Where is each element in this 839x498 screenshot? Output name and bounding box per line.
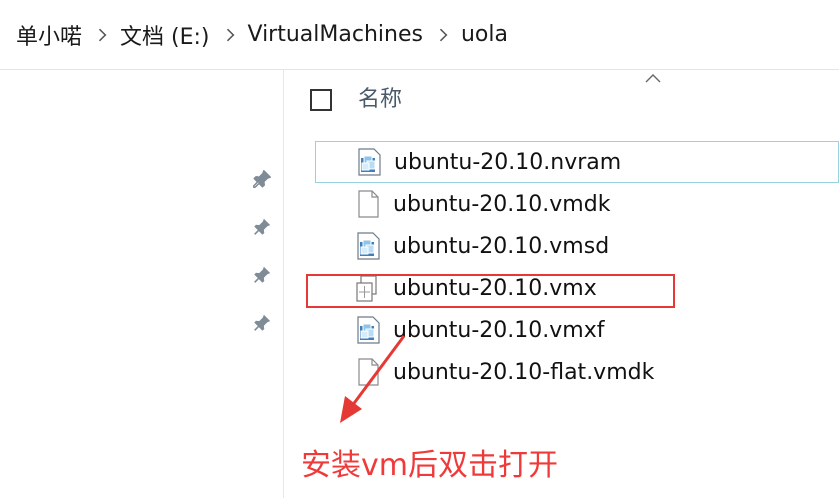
breadcrumb-item-drive[interactable]: 文档 (E:) xyxy=(118,19,211,51)
file-name: ubuntu-20.10.vmxf xyxy=(393,317,605,343)
file-row-vmxf[interactable]: ubuntu-20.10.vmxf xyxy=(315,309,839,351)
sort-ascending-icon[interactable] xyxy=(644,72,662,84)
file-name: ubuntu-20.10.vmdk xyxy=(393,191,611,217)
chevron-right-icon[interactable] xyxy=(221,28,234,41)
blank-file-icon xyxy=(358,190,379,218)
pin-icon[interactable] xyxy=(251,312,273,334)
file-name: ubuntu-20.10.vmsd xyxy=(393,233,610,259)
breadcrumb: 单小喏 文档 (E:) VirtualMachines uola xyxy=(0,0,839,70)
breadcrumb-item-user[interactable]: 单小喏 xyxy=(14,19,84,51)
vmware-file-icon xyxy=(358,148,381,176)
file-row-flat-vmdk[interactable]: ubuntu-20.10-flat.vmdk xyxy=(315,351,839,393)
name-column-header[interactable]: 名称 xyxy=(358,84,402,116)
breadcrumb-item-current[interactable]: uola xyxy=(459,22,510,47)
vmware-file-icon xyxy=(357,316,380,344)
pin-icon[interactable] xyxy=(251,264,273,286)
chevron-right-icon[interactable] xyxy=(93,28,107,41)
navigation-pane xyxy=(0,70,284,498)
file-row-vmdk[interactable]: ubuntu-20.10.vmdk xyxy=(315,183,839,225)
file-row-vmsd[interactable]: ubuntu-20.10.vmsd xyxy=(315,225,839,267)
pin-icon[interactable] xyxy=(251,168,273,190)
pin-icon[interactable] xyxy=(251,216,273,238)
file-name: ubuntu-20.10.vmx xyxy=(393,275,597,301)
file-name: ubuntu-20.10-flat.vmdk xyxy=(393,359,655,385)
file-row-vmx[interactable]: ubuntu-20.10.vmx xyxy=(315,267,839,309)
breadcrumb-item-folder[interactable]: VirtualMachines xyxy=(246,22,425,47)
vmware-file-icon xyxy=(357,232,380,260)
blank-file-icon xyxy=(358,358,379,386)
annotation-text: 安装vm后双击打开 xyxy=(301,448,558,483)
file-name: ubuntu-20.10.nvram xyxy=(394,149,622,175)
file-row-nvram[interactable]: ubuntu-20.10.nvram xyxy=(315,141,839,183)
select-all-checkbox[interactable] xyxy=(310,89,332,111)
chevron-right-icon[interactable] xyxy=(434,28,448,41)
vmx-file-icon xyxy=(356,275,377,302)
